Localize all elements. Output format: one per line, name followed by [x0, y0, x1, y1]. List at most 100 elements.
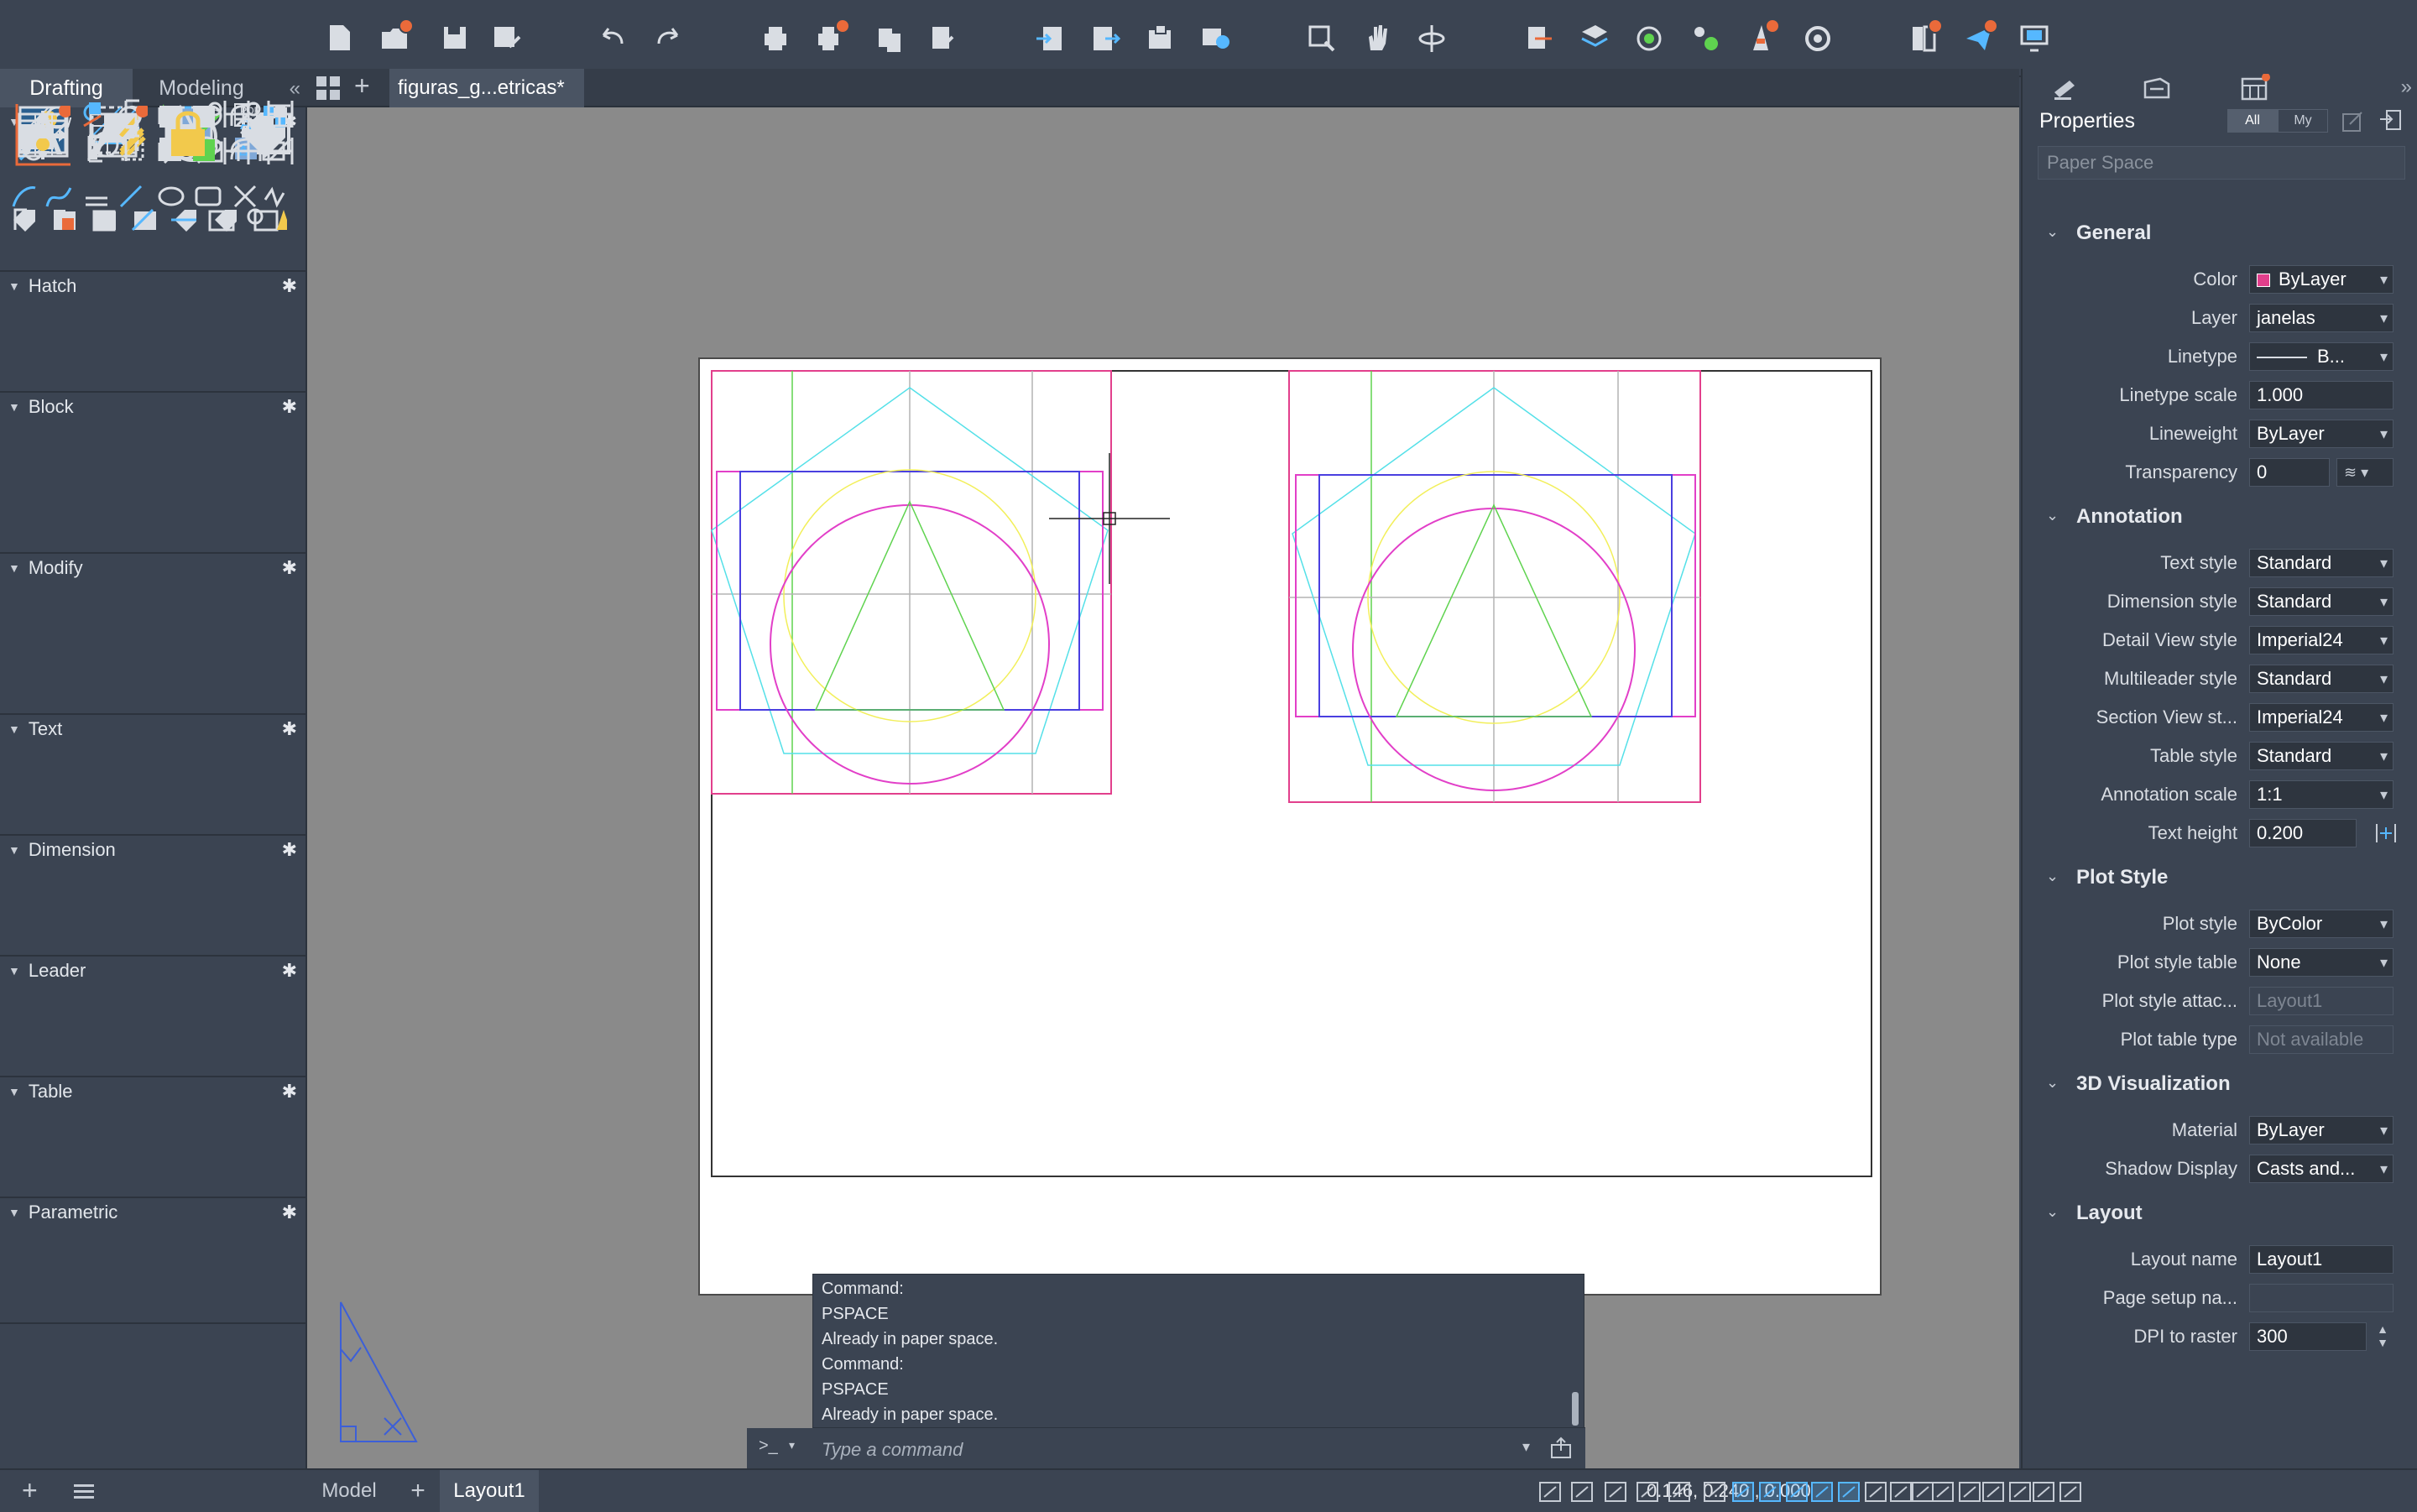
- zoom-icon[interactable]: [1930, 1480, 1955, 1504]
- property-value-detailview[interactable]: Imperial24: [2249, 626, 2394, 654]
- blocks-tab-icon[interactable]: [2237, 74, 2276, 102]
- geometric-constraint-tool[interactable]: [12, 101, 72, 171]
- object-snap-icon[interactable]: [1702, 1480, 1727, 1504]
- spinner-arrows-icon[interactable]: ▲ ▼: [2373, 1322, 2392, 1351]
- section-header[interactable]: ▼ Block: [8, 393, 74, 421]
- palette-menu-icon[interactable]: [72, 1482, 96, 1502]
- property-value-mleader[interactable]: Standard: [2249, 665, 2394, 693]
- property-group-general[interactable]: ⌄ General: [2023, 215, 2417, 253]
- section-header[interactable]: ▼ Text: [8, 715, 62, 743]
- open-file-icon[interactable]: [375, 18, 414, 57]
- layer-icon[interactable]: [1575, 18, 1614, 57]
- batch-plot-icon[interactable]: [812, 18, 850, 57]
- measure-icon[interactable]: [1520, 18, 1558, 57]
- gear-icon[interactable]: ✱: [282, 557, 297, 579]
- transparency-dropdown[interactable]: ≋ ▾: [2336, 458, 2394, 487]
- annotation-scale-icon[interactable]: [2007, 1480, 2033, 1504]
- property-value-color[interactable]: ByLayer: [2249, 265, 2394, 294]
- gear-icon[interactable]: ✱: [282, 839, 297, 861]
- settings-gear-icon[interactable]: [2058, 1480, 2083, 1504]
- modify-small-tools[interactable]: [10, 205, 287, 235]
- redo-icon[interactable]: [649, 18, 687, 57]
- property-value-transparency[interactable]: 0: [2249, 458, 2330, 487]
- model-space-icon[interactable]: [1809, 1480, 1835, 1504]
- grid-icon[interactable]: [1537, 1480, 1563, 1504]
- new-file-icon[interactable]: [320, 18, 358, 57]
- gear-icon[interactable]: ✱: [282, 275, 297, 297]
- property-value-lineweight[interactable]: ByLayer: [2249, 420, 2394, 448]
- command-history-dropdown-icon[interactable]: ▾: [1522, 1438, 1530, 1456]
- save-icon[interactable]: [436, 18, 474, 57]
- compare-icon[interactable]: [1904, 18, 1943, 57]
- property-group-visualization[interactable]: ⌄ 3D Visualization: [2023, 1066, 2417, 1104]
- present-icon[interactable]: [2015, 18, 2054, 57]
- selection-cycling-icon[interactable]: [1784, 1480, 1809, 1504]
- property-value-dimstyle[interactable]: Standard: [2249, 587, 2394, 616]
- attach-icon[interactable]: [1141, 18, 1179, 57]
- export-icon[interactable]: [1085, 18, 1124, 57]
- collapse-triangle-icon[interactable]: ▼: [8, 964, 20, 978]
- section-header[interactable]: ▼ Table: [8, 1077, 72, 1106]
- property-value-material[interactable]: ByLayer: [2249, 1116, 2394, 1144]
- viewport-scale-icon[interactable]: [1863, 1480, 1888, 1504]
- collapse-triangle-icon[interactable]: ▼: [8, 1206, 20, 1219]
- publish-icon[interactable]: [869, 18, 907, 57]
- section-header[interactable]: ▼ Parametric: [8, 1198, 117, 1227]
- save-as-icon[interactable]: [488, 18, 526, 57]
- property-value-shadow[interactable]: Casts and...: [2249, 1155, 2394, 1183]
- tab-model[interactable]: Model: [316, 1470, 383, 1512]
- expand-panel-icon[interactable]: »: [2401, 76, 2412, 99]
- next-layout-icon[interactable]: [1957, 1480, 1982, 1504]
- viewport-right[interactable]: [1288, 370, 1701, 803]
- share-icon[interactable]: [1196, 18, 1235, 57]
- collapse-triangle-icon[interactable]: ▼: [8, 722, 20, 736]
- property-value-textheight[interactable]: 0.200: [2249, 819, 2357, 847]
- gear-icon[interactable]: ✱: [282, 960, 297, 982]
- isodraft-icon[interactable]: [1667, 1480, 1692, 1504]
- dimensional-constraint-tools[interactable]: [164, 97, 299, 168]
- section-header[interactable]: ▼ Leader: [8, 957, 86, 985]
- collapse-triangle-icon[interactable]: ▼: [8, 843, 20, 857]
- property-group-layout[interactable]: ⌄ Layout: [2023, 1195, 2417, 1233]
- settings-icon[interactable]: [1798, 18, 1837, 57]
- property-value-linetype[interactable]: B...: [2249, 342, 2394, 371]
- property-value-plotstyle[interactable]: ByColor: [2249, 910, 2394, 938]
- property-group-plot_style[interactable]: ⌄ Plot Style: [2023, 859, 2417, 898]
- layers-tab-icon[interactable]: [2140, 74, 2179, 102]
- property-value-layer[interactable]: janelas: [2249, 304, 2394, 332]
- property-value-layoutname[interactable]: Layout1: [2249, 1245, 2394, 1274]
- selection-dropdown[interactable]: Paper Space: [2038, 146, 2405, 180]
- pick-point-icon[interactable]: [2373, 821, 2399, 846]
- match-icon[interactable]: [1741, 18, 1780, 57]
- collapse-triangle-icon[interactable]: ▼: [8, 1085, 20, 1098]
- page-setup-icon[interactable]: [922, 18, 961, 57]
- polar-icon[interactable]: [1635, 1480, 1660, 1504]
- start-tab-grid-icon[interactable]: [314, 74, 342, 102]
- collapse-triangle-icon[interactable]: ▼: [8, 400, 20, 414]
- lineweight-icon[interactable]: [1731, 1480, 1756, 1504]
- drawing-canvas[interactable]: [307, 107, 2019, 1468]
- send-icon[interactable]: [1960, 18, 1998, 57]
- pan-icon[interactable]: [1357, 18, 1396, 57]
- orbit-icon[interactable]: [1412, 18, 1451, 57]
- collapse-triangle-icon[interactable]: ▼: [8, 561, 20, 575]
- snap-icon[interactable]: [1569, 1480, 1595, 1504]
- filter-all-button[interactable]: All: [2227, 109, 2278, 133]
- quick-select-icon[interactable]: [2378, 107, 2404, 133]
- property-value-plotstyletable[interactable]: None: [2249, 948, 2394, 977]
- command-scrollbar[interactable]: [1572, 1392, 1579, 1426]
- workspace-icon[interactable]: [2031, 1480, 2056, 1504]
- gear-icon[interactable]: ✱: [282, 1202, 297, 1223]
- section-header[interactable]: ▼ Hatch: [8, 272, 76, 300]
- collapse-triangle-icon[interactable]: ▼: [8, 279, 20, 293]
- property-value-annoscale[interactable]: 1:1: [2249, 780, 2394, 809]
- edit-properties-icon[interactable]: [2340, 109, 2365, 134]
- import-icon[interactable]: [1031, 18, 1070, 57]
- document-tab[interactable]: figuras_g...etricas*: [389, 69, 584, 107]
- property-value-textstyle[interactable]: Standard: [2249, 549, 2394, 577]
- transparency-icon[interactable]: [1757, 1480, 1783, 1504]
- block-icon[interactable]: [1686, 18, 1725, 57]
- property-group-annotation[interactable]: ⌄ Annotation: [2023, 498, 2417, 537]
- section-header[interactable]: ▼ Modify: [8, 554, 83, 582]
- properties-tab-icon[interactable]: [2048, 74, 2086, 102]
